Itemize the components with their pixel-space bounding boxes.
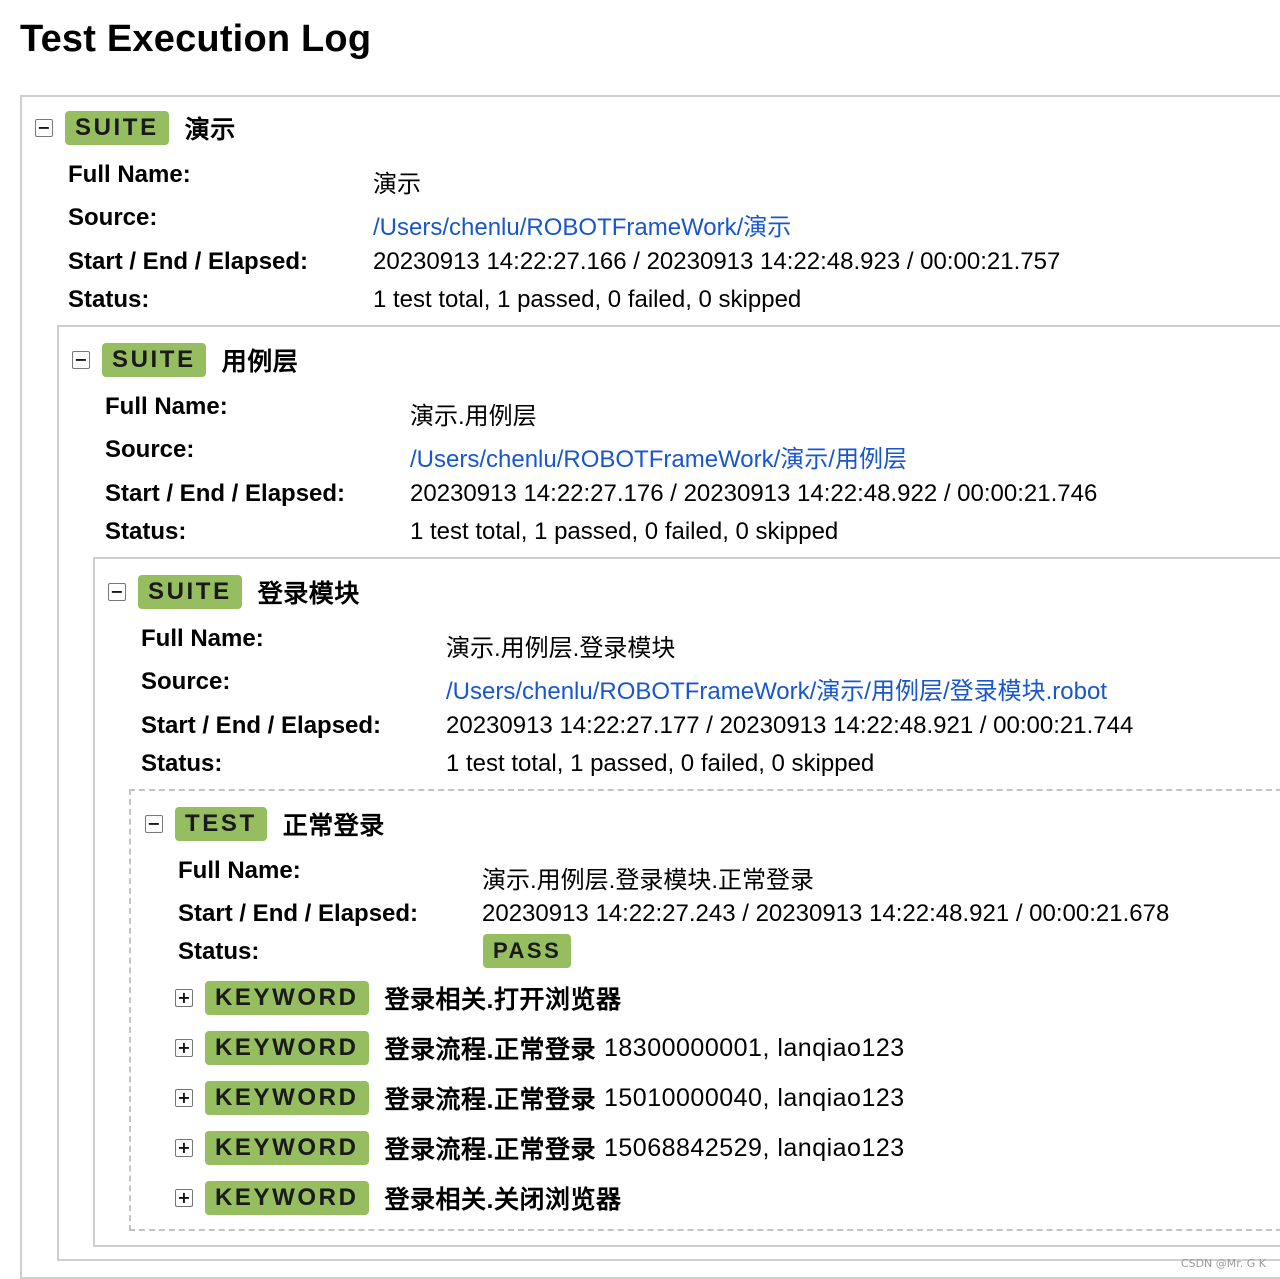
suite-name: 登录模块 bbox=[257, 580, 360, 608]
full-name-label: Full Name: bbox=[105, 393, 228, 420]
start-end-elapsed-label: Start / End / Elapsed: bbox=[105, 480, 346, 507]
times-value: 20230913 14:22:27.166 / 20230913 14:22:4… bbox=[373, 248, 1061, 275]
times-value: 20230913 14:22:27.176 / 20230913 14:22:4… bbox=[410, 480, 1098, 507]
status-value: 1 test total, 1 passed, 0 failed, 0 skip… bbox=[446, 750, 875, 777]
keyword-row[interactable]: + KEYWORD 登录相关.关闭浏览器 bbox=[175, 1178, 622, 1218]
keyword-row[interactable]: + KEYWORD 登录相关.打开浏览器 bbox=[175, 978, 622, 1018]
keyword-type-badge: KEYWORD bbox=[205, 981, 369, 1015]
suite-header-3[interactable]: − SUITE 登录模块 bbox=[108, 572, 360, 612]
keyword-row[interactable]: + KEYWORD 登录流程.正常登录 15068842529, lanqiao… bbox=[175, 1128, 905, 1168]
keyword-name: 登录相关.打开浏览器 bbox=[384, 986, 622, 1014]
keyword-row[interactable]: + KEYWORD 登录流程.正常登录 15010000040, lanqiao… bbox=[175, 1078, 905, 1118]
source-label: Source: bbox=[105, 436, 195, 463]
source-link[interactable]: /Users/chenlu/ROBOTFrameWork/演示/用例层/登录模块… bbox=[446, 671, 1107, 706]
keyword-name: 登录流程.正常登录 bbox=[384, 1136, 596, 1164]
expand-toggle-icon[interactable]: + bbox=[175, 1139, 193, 1157]
test-name: 正常登录 bbox=[282, 812, 385, 840]
keyword-name: 登录流程.正常登录 bbox=[384, 1036, 596, 1064]
source-label: Source: bbox=[141, 668, 231, 695]
pass-status-badge: PASS bbox=[483, 934, 572, 968]
source-link[interactable]: /Users/chenlu/ROBOTFrameWork/演示/用例层 bbox=[410, 439, 907, 474]
suite-name: 用例层 bbox=[221, 348, 299, 376]
keyword-type-badge: KEYWORD bbox=[205, 1181, 369, 1215]
collapse-toggle-icon[interactable]: − bbox=[72, 351, 90, 369]
collapse-toggle-icon[interactable]: − bbox=[35, 119, 53, 137]
keyword-args: 15068842529, lanqiao123 bbox=[604, 1133, 905, 1162]
source-label: Source: bbox=[68, 204, 158, 231]
status-label: Status: bbox=[178, 938, 260, 965]
start-end-elapsed-label: Start / End / Elapsed: bbox=[178, 900, 419, 927]
full-name-value: 演示.用例层.登录模块.正常登录 bbox=[482, 867, 815, 894]
collapse-toggle-icon[interactable]: − bbox=[108, 583, 126, 601]
full-name-value: 演示 bbox=[373, 171, 421, 198]
expand-toggle-icon[interactable]: + bbox=[175, 1089, 193, 1107]
keyword-args: 18300000001, lanqiao123 bbox=[604, 1033, 905, 1062]
full-name-label: Full Name: bbox=[141, 625, 264, 652]
suite-header-2[interactable]: − SUITE 用例层 bbox=[72, 340, 298, 380]
expand-toggle-icon[interactable]: + bbox=[175, 989, 193, 1007]
times-value: 20230913 14:22:27.177 / 20230913 14:22:4… bbox=[446, 712, 1134, 739]
full-name-value: 演示.用例层 bbox=[410, 403, 537, 430]
page-title: Test Execution Log bbox=[20, 18, 372, 60]
keyword-name: 登录流程.正常登录 bbox=[384, 1086, 596, 1114]
start-end-elapsed-label: Start / End / Elapsed: bbox=[141, 712, 382, 739]
test-header[interactable]: − TEST 正常登录 bbox=[145, 804, 385, 844]
status-value: 1 test total, 1 passed, 0 failed, 0 skip… bbox=[373, 286, 802, 313]
expand-toggle-icon[interactable]: + bbox=[175, 1189, 193, 1207]
keyword-type-badge: KEYWORD bbox=[205, 1081, 369, 1115]
source-link[interactable]: /Users/chenlu/ROBOTFrameWork/演示 bbox=[373, 207, 791, 242]
status-label: Status: bbox=[105, 518, 187, 545]
suite-type-badge: SUITE bbox=[65, 111, 169, 145]
keyword-type-badge: KEYWORD bbox=[205, 1131, 369, 1165]
keyword-args: 15010000040, lanqiao123 bbox=[604, 1083, 905, 1112]
suite-header-1[interactable]: − SUITE 演示 bbox=[35, 108, 236, 148]
status-label: Status: bbox=[141, 750, 223, 777]
full-name-label: Full Name: bbox=[68, 161, 191, 188]
keyword-type-badge: KEYWORD bbox=[205, 1031, 369, 1065]
collapse-toggle-icon[interactable]: − bbox=[145, 815, 163, 833]
status-value: 1 test total, 1 passed, 0 failed, 0 skip… bbox=[410, 518, 839, 545]
full-name-value: 演示.用例层.登录模块 bbox=[446, 635, 676, 662]
full-name-label: Full Name: bbox=[178, 857, 301, 884]
expand-toggle-icon[interactable]: + bbox=[175, 1039, 193, 1057]
suite-type-badge: SUITE bbox=[102, 343, 206, 377]
watermark: CSDN @Mr. G K bbox=[1180, 1257, 1266, 1270]
keyword-row[interactable]: + KEYWORD 登录流程.正常登录 18300000001, lanqiao… bbox=[175, 1028, 905, 1068]
keyword-name: 登录相关.关闭浏览器 bbox=[384, 1186, 622, 1214]
suite-type-badge: SUITE bbox=[138, 575, 242, 609]
status-label: Status: bbox=[68, 286, 150, 313]
test-type-badge: TEST bbox=[175, 807, 267, 841]
start-end-elapsed-label: Start / End / Elapsed: bbox=[68, 248, 309, 275]
times-value: 20230913 14:22:27.243 / 20230913 14:22:4… bbox=[482, 900, 1170, 927]
suite-name: 演示 bbox=[184, 116, 236, 144]
